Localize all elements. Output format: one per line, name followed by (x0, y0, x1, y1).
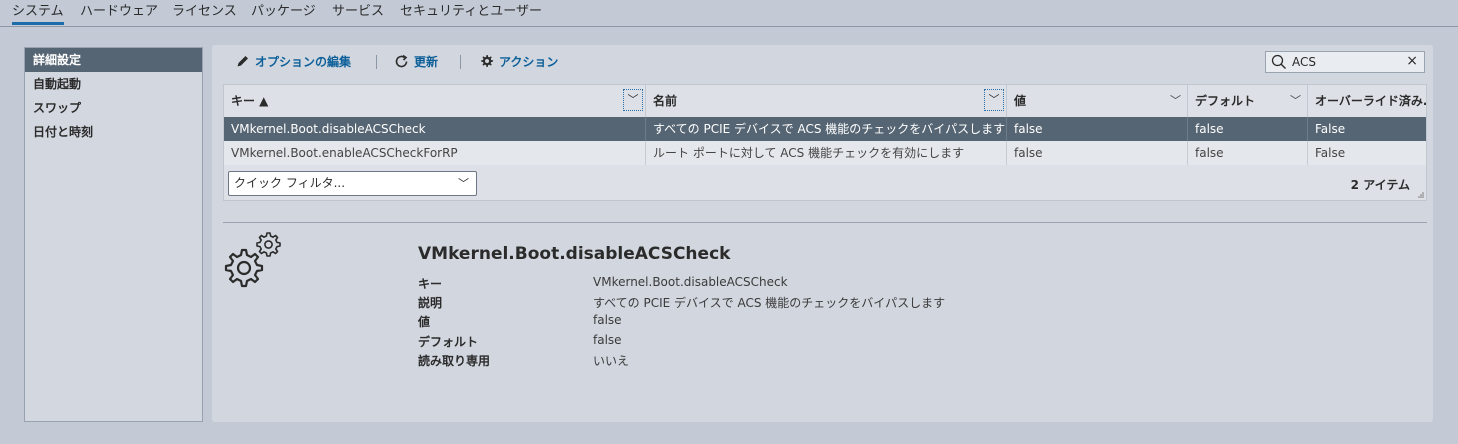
chevron-down-icon[interactable]: ﹀ (1290, 85, 1301, 117)
detail-divider (223, 222, 1427, 223)
detail-value-read-only: いいえ (593, 354, 630, 368)
chevron-down-icon[interactable]: ﹀ (623, 89, 643, 111)
cell-name: すべての PCIE デバイスで ACS 機能のチェックをバイパスします (646, 117, 1007, 141)
sidebar-item-time-date[interactable]: 日付と時刻 (25, 120, 202, 144)
chevron-down-icon[interactable]: ﹀ (1170, 85, 1181, 117)
detail-value-description: すべての PCIE デバイスで ACS 機能のチェックをバイパスします (593, 296, 946, 310)
refresh-button[interactable]: 更新 (394, 54, 438, 70)
actions-button[interactable]: アクション (479, 54, 558, 70)
column-header-overridden[interactable]: オーバーライド済み... (1308, 85, 1426, 117)
detail-value-default: false (593, 333, 622, 347)
sidebar-item-autostart[interactable]: 自動起動 (25, 72, 202, 96)
cell-default: false (1188, 117, 1308, 141)
quick-filter-label: クイック フィルタ... (234, 176, 346, 190)
refresh-icon (394, 54, 409, 70)
detail-value-key: VMkernel.Boot.disableACSCheck (593, 275, 788, 289)
gear-icon (479, 54, 494, 70)
column-header-key[interactable]: キー ▲ ﹀ (224, 85, 646, 117)
tab-security-users[interactable]: セキュリティとユーザー (400, 3, 542, 25)
edit-options-button[interactable]: オプションの編集 (236, 54, 351, 70)
cell-default: false (1188, 141, 1308, 165)
search-icon (1271, 54, 1286, 70)
actions-label: アクション (499, 55, 559, 69)
quick-filter-select[interactable]: クイック フィルタ... ﹀ (228, 171, 477, 196)
table-row[interactable]: VMkernel.Boot.enableACSCheckForRP ルート ポー… (224, 141, 1426, 165)
chevron-down-icon[interactable]: ﹀ (984, 89, 1004, 111)
tab-licensing[interactable]: ライセンス (172, 3, 237, 25)
cell-overridden: False (1315, 146, 1346, 160)
gears-icon (224, 232, 281, 288)
sidebar-item-advanced-settings[interactable]: 詳細設定 (25, 48, 202, 72)
cell-value: false (1007, 117, 1188, 141)
edit-options-label: オプションの編集 (255, 55, 352, 69)
detail-label-default: デフォルト (418, 335, 479, 349)
advanced-settings-grid: キー ▲ ﹀ 名前 ﹀ 値 ﹀ デフォルト ﹀ オーバーライド済み... VMk… (223, 84, 1427, 201)
cell-overridden: False (1315, 122, 1346, 136)
detail-label-read-only: 読み取り専用 (418, 354, 491, 368)
detail-title: VMkernel.Boot.disableACSCheck (418, 244, 731, 264)
table-row[interactable]: VMkernel.Boot.disableACSCheck すべての PCIE … (224, 117, 1426, 141)
column-header-name[interactable]: 名前 ﹀ (646, 85, 1007, 117)
column-header-value-label: 値 (1014, 94, 1027, 108)
refresh-label: 更新 (414, 55, 439, 69)
column-header-name-label: 名前 (653, 94, 678, 108)
pencil-icon (236, 54, 250, 70)
toolbar-divider (460, 55, 461, 69)
tab-services[interactable]: サービス (332, 3, 384, 25)
resize-grip-icon[interactable] (1416, 190, 1424, 198)
toolbar-divider (376, 55, 377, 69)
sidebar-item-swap[interactable]: スワップ (25, 96, 202, 120)
cell-key: VMkernel.Boot.enableACSCheckForRP (224, 141, 646, 165)
cell-key: VMkernel.Boot.disableACSCheck (224, 117, 646, 141)
search-input[interactable] (1292, 54, 1402, 70)
detail-label-description: 説明 (418, 296, 443, 310)
cell-name: ルート ポートに対して ACS 機能チェックを有効にします (646, 141, 1007, 165)
cell-value: false (1007, 141, 1188, 165)
column-header-default[interactable]: デフォルト ﹀ (1188, 85, 1308, 117)
column-header-key-label: キー ▲ (231, 94, 269, 108)
detail-value-value: false (593, 313, 622, 327)
tab-packages[interactable]: パッケージ (251, 3, 316, 25)
close-icon[interactable]: × (1406, 53, 1418, 69)
top-tab-bar: システム ハードウェア ライセンス パッケージ サービス セキュリティとユーザー (0, 0, 1458, 27)
detail-label-value: 値 (418, 315, 431, 329)
chevron-down-icon: ﹀ (458, 177, 469, 190)
search-box[interactable]: × (1265, 51, 1425, 73)
column-header-value[interactable]: 値 ﹀ (1007, 85, 1188, 117)
column-header-overridden-label: オーバーライド済み... (1315, 94, 1426, 108)
tab-hardware[interactable]: ハードウェア (80, 3, 158, 25)
sidebar: 詳細設定 自動起動 スワップ 日付と時刻 (24, 47, 203, 422)
column-header-default-label: デフォルト (1195, 94, 1256, 108)
item-count: 2 アイテム (1350, 178, 1410, 192)
detail-label-key: キー (418, 277, 443, 291)
tab-system[interactable]: システム (12, 3, 64, 25)
